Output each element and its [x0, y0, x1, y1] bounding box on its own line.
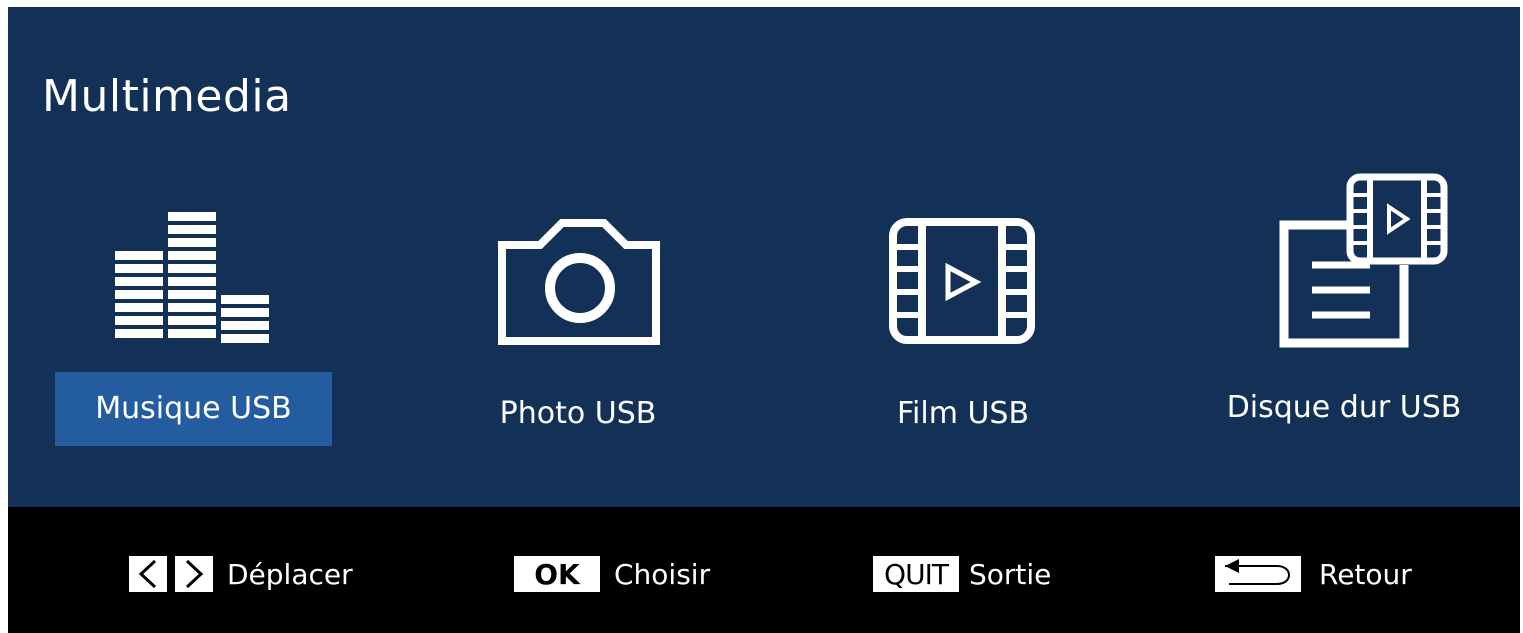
- film-icon: [889, 218, 1035, 344]
- hint-move: Déplacer: [129, 555, 353, 593]
- menu-item-label: Musique USB: [55, 372, 332, 446]
- hint-label: Retour: [1319, 557, 1412, 591]
- menu-item-film-usb[interactable]: Film USB: [858, 167, 1068, 467]
- equalizer-icon: [115, 212, 269, 343]
- footer-hint-bar: Déplacer OK Choisir QUIT Sortie Retour: [8, 507, 1520, 633]
- quit-key-badge: QUIT: [873, 556, 959, 592]
- hint-label: Choisir: [614, 557, 711, 591]
- page-title: Multimedia: [42, 71, 292, 122]
- multimedia-screen: Multimedia Musique USB Photo USB Film US…: [8, 7, 1520, 633]
- hard-drive-media-icon: [1279, 173, 1448, 348]
- hint-back: Retour: [1215, 555, 1412, 593]
- arrow-keys-icon: [129, 556, 213, 592]
- menu-item-label: Disque dur USB: [1226, 390, 1462, 425]
- camera-icon: [498, 219, 660, 345]
- main-panel: Multimedia Musique USB Photo USB Film US…: [8, 7, 1520, 507]
- hint-label: Déplacer: [227, 557, 353, 591]
- menu-item-label: Film USB: [896, 396, 1030, 431]
- menu-item-musique-usb[interactable]: Musique USB: [55, 167, 332, 467]
- menu-item-disque-dur-usb[interactable]: Disque dur USB: [1204, 167, 1484, 467]
- ok-key-badge: OK: [514, 556, 600, 592]
- hint-choose: OK Choisir: [514, 555, 710, 593]
- menu-item-photo-usb[interactable]: Photo USB: [458, 167, 698, 467]
- menu-item-label: Photo USB: [499, 396, 657, 431]
- hint-label: Sortie: [969, 557, 1052, 591]
- hint-exit: QUIT Sortie: [873, 555, 1051, 593]
- return-arrow-icon: [1215, 556, 1301, 592]
